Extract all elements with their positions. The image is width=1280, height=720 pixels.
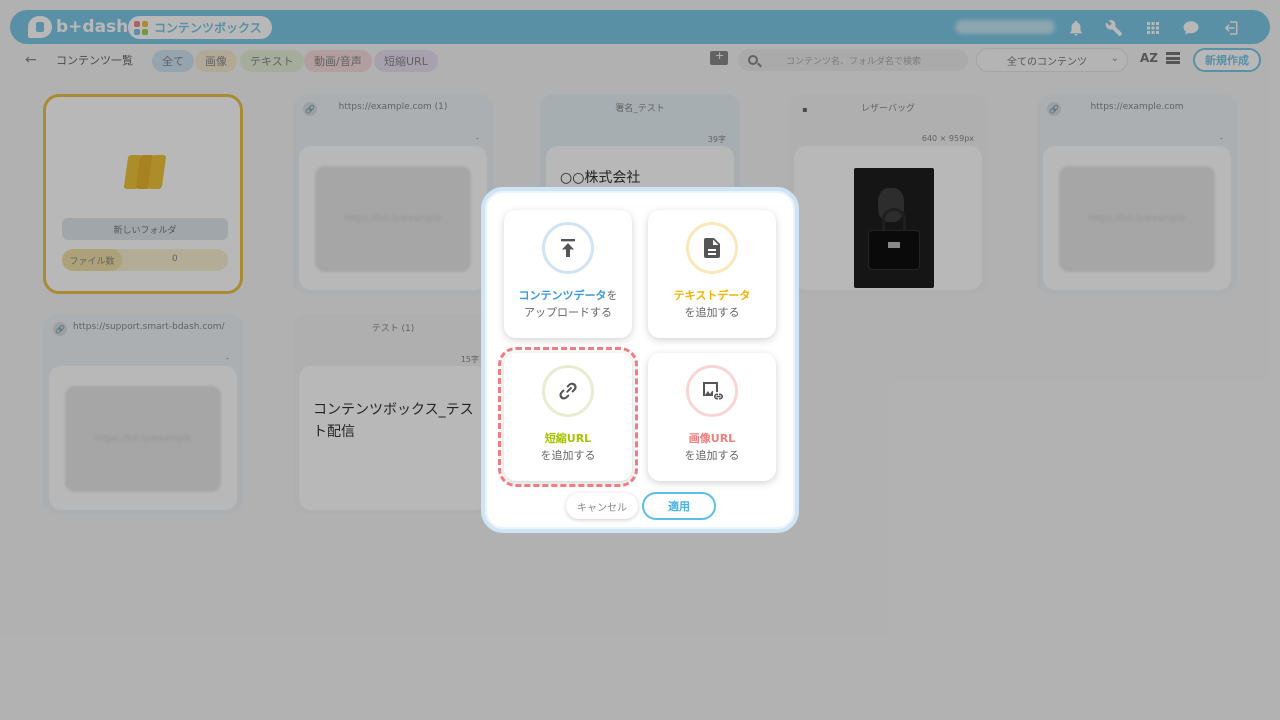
apply-button[interactable]: 適用: [642, 492, 716, 520]
tile-highlight: 短縮URL: [544, 432, 592, 445]
tile-highlight: 画像URL: [688, 432, 736, 445]
tile-highlight: コンテンツデータ: [518, 289, 607, 302]
link-icon: [542, 365, 594, 417]
tile-text: を: [606, 289, 618, 302]
document-icon: [686, 222, 738, 274]
add-text-tile[interactable]: テキストデータ を追加する: [648, 210, 776, 338]
upload-content-tile[interactable]: コンテンツデータを アップロードする: [504, 210, 632, 338]
add-short-url-tile[interactable]: 短縮URL を追加する: [498, 347, 638, 487]
upload-icon: [542, 222, 594, 274]
image-link-icon: [686, 365, 738, 417]
tile-subtext: アップロードする: [524, 306, 612, 319]
add-image-url-tile[interactable]: 画像URL を追加する: [648, 353, 776, 481]
tile-highlight: テキストデータ: [673, 289, 751, 302]
tile-subtext: を追加する: [684, 306, 740, 319]
tile-subtext: を追加する: [684, 449, 740, 462]
cancel-button[interactable]: キャンセル: [566, 493, 638, 519]
tile-subtext: を追加する: [540, 449, 596, 462]
add-content-modal: コンテンツデータを アップロードする テキストデータ を追加する 短縮URL を…: [481, 187, 799, 533]
